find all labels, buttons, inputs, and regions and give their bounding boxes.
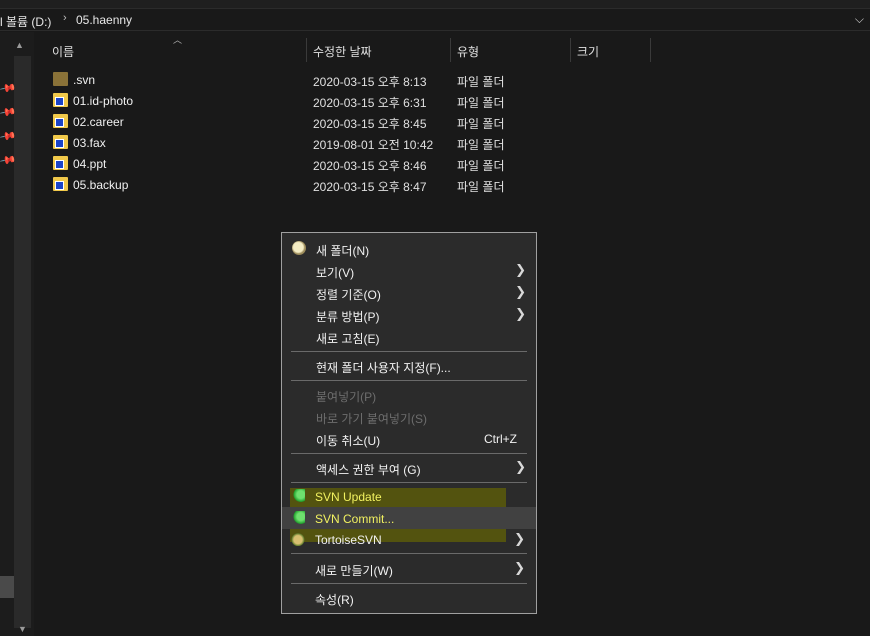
submenu-arrow-icon: ❯ [515,459,526,474]
scroll-up-icon[interactable]: ▲ [15,40,24,50]
file-name: 04.ppt [73,157,107,171]
menu-item-customize[interactable]: 현재 폴더 사용자 지정(F)... [282,354,536,376]
file-type: 파일 폴더 [457,138,505,152]
column-header-date[interactable]: 수정한 날짜 [313,43,372,60]
submenu-arrow-icon: ❯ [514,560,525,575]
svn-commit-icon [291,511,305,525]
file-row[interactable]: 05.backup 2020-03-15 오후 8:47 파일 폴더 [53,174,523,195]
nav-selected-item[interactable] [0,576,14,598]
tortoisesvn-icon [291,532,305,546]
file-type: 파일 폴더 [457,75,505,89]
folder-icon [53,72,68,86]
svn-folder-icon [53,135,68,149]
svn-folder-icon [53,177,68,191]
sort-ascending-icon: ︿ [173,35,183,45]
column-divider[interactable] [570,38,571,62]
menu-item-view[interactable]: 보기(V) ❯ [282,259,536,281]
chevron-down-icon[interactable]: ⌵ [855,12,864,27]
file-type: 파일 폴더 [457,117,505,131]
file-row[interactable]: 01.id-photo 2020-03-15 오후 6:31 파일 폴더 [53,90,523,111]
menu-item-paste-shortcut: 바로 가기 붙여넣기(S) [282,405,536,427]
menu-item-group[interactable]: 분류 방법(P) ❯ [282,303,536,325]
menu-item-label: 정렬 기준(O) [316,288,381,302]
file-row[interactable]: .svn 2020-03-15 오후 8:13 파일 폴더 [53,69,523,90]
file-type: 파일 폴더 [457,96,505,110]
menu-separator [291,482,527,483]
file-date: 2019-08-01 오전 10:42 [313,138,434,152]
menu-item-label: 새 폴더(N) [316,244,370,258]
menu-separator [291,380,527,381]
file-date: 2020-03-15 오후 8:46 [313,159,427,173]
column-header-size[interactable]: 크기 [577,43,599,60]
menu-item-label: 보기(V) [316,266,355,280]
new-folder-icon [292,241,306,255]
menu-item-label: 현재 폴더 사용자 지정(F)... [316,361,451,375]
file-name: 01.id-photo [73,94,134,108]
menu-item-svn-commit[interactable]: SVN Commit... [281,507,535,529]
file-type: 파일 폴더 [457,159,505,173]
menu-separator [291,453,527,454]
svn-folder-icon [53,93,68,107]
file-row[interactable]: 04.ppt 2020-03-15 오후 8:46 파일 폴더 [53,153,523,174]
menu-item-label: 새로 만들기(W) [315,564,393,578]
breadcrumb-drive[interactable]: l 볼륨 (D:) [0,13,51,30]
file-name: 05.backup [73,178,129,192]
menu-item-label: 새로 고침(E) [316,332,380,346]
file-date: 2020-03-15 오후 8:13 [313,75,427,89]
window-top-strip [0,0,870,8]
submenu-arrow-icon: ❯ [514,531,525,546]
nav-scrollbar[interactable] [14,56,31,628]
svn-update-icon [291,489,305,503]
menu-item-label: SVN Update [315,490,382,504]
menu-item-label: 액세스 권한 부여 (G) [316,463,421,477]
menu-item-label: 붙여넣기(P) [316,390,377,404]
menu-item-label: SVN Commit... [315,512,395,526]
file-row[interactable]: 03.fax 2019-08-01 오전 10:42 파일 폴더 [53,132,523,153]
file-name: 02.career [73,115,124,129]
submenu-arrow-icon: ❯ [515,306,526,321]
menu-item-label: 이동 취소(U) [316,434,381,448]
submenu-arrow-icon: ❯ [515,262,526,277]
file-type: 파일 폴더 [457,180,505,194]
file-date: 2020-03-15 오후 8:45 [313,117,427,131]
file-date: 2020-03-15 오후 6:31 [313,96,427,110]
menu-item-label: 바로 가기 붙여넣기(S) [316,412,427,426]
menu-item-label: 분류 방법(P) [316,310,380,324]
file-name: 03.fax [73,136,106,150]
column-divider[interactable] [650,38,651,62]
navigation-pane: ▲ 📌 📌 📌 📌 ▼ [0,32,34,636]
column-header-name[interactable]: 이름 [52,43,74,60]
menu-item-label: 속성(R) [315,593,354,607]
column-header-type[interactable]: 유형 [457,43,479,60]
menu-item-paste: 붙여넣기(P) [282,383,536,405]
menu-item-refresh[interactable]: 새로 고침(E) [282,325,536,347]
menu-separator [291,553,527,554]
file-list-header: ︿ 이름 수정한 날짜 유형 크기 [34,35,870,62]
address-bar[interactable]: l 볼륨 (D:) › 05.haenny ⌵ [0,8,870,31]
column-divider[interactable] [306,38,307,62]
menu-item-properties[interactable]: 속성(R) [281,586,535,608]
breadcrumb-separator-icon[interactable]: › [63,12,67,24]
submenu-arrow-icon: ❯ [515,284,526,299]
svn-folder-icon [53,156,68,170]
menu-item-new-folder[interactable]: 새 폴더(N) [282,237,536,259]
menu-item-label: TortoiseSVN [315,533,382,547]
menu-item-sort[interactable]: 정렬 기준(O) ❯ [282,281,536,303]
menu-item-tortoisesvn[interactable]: TortoiseSVN ❯ [281,528,535,550]
menu-item-give-access[interactable]: 액세스 권한 부여 (G) ❯ [282,456,536,478]
file-name: .svn [73,73,96,87]
menu-separator [291,583,527,584]
menu-item-new[interactable]: 새로 만들기(W) ❯ [281,557,535,579]
shortcut-label: Ctrl+Z [484,432,517,446]
menu-item-svn-update[interactable]: SVN Update [281,485,535,507]
file-row[interactable]: 02.career 2020-03-15 오후 8:45 파일 폴더 [53,111,523,132]
menu-separator [291,351,527,352]
breadcrumb-folder[interactable]: 05.haenny [76,13,132,27]
file-date: 2020-03-15 오후 8:47 [313,180,427,194]
scroll-down-icon[interactable]: ▼ [18,624,27,634]
column-divider[interactable] [450,38,451,62]
menu-item-undo-move[interactable]: 이동 취소(U) Ctrl+Z [282,427,536,449]
svn-folder-icon [53,114,68,128]
